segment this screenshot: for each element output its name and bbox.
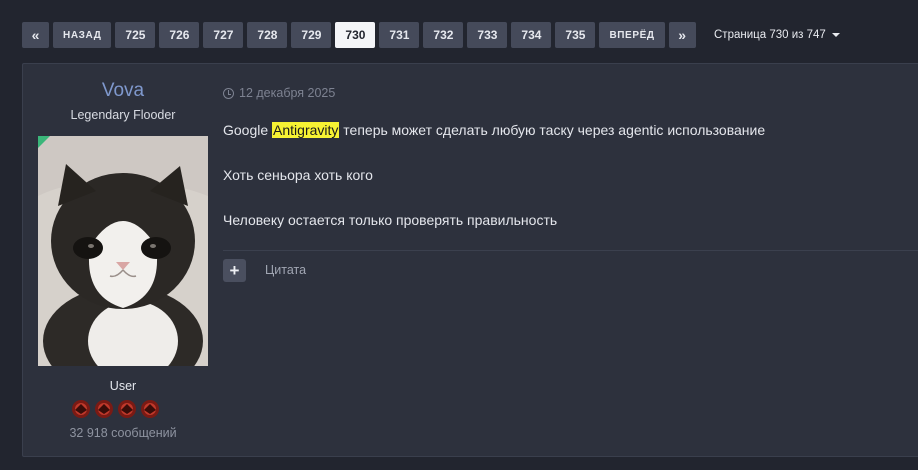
post-line-1: Google Antigravity теперь может сделать … bbox=[223, 122, 765, 138]
page-725-button[interactable]: 725 bbox=[115, 22, 156, 48]
reputation-icon bbox=[118, 400, 136, 418]
multiquote-button[interactable]: + bbox=[223, 259, 246, 282]
post-date-text: 12 декабря 2025 bbox=[239, 86, 336, 100]
page-727-button[interactable]: 727 bbox=[203, 22, 244, 48]
reputation-icons bbox=[70, 398, 162, 420]
double-chevron-right-icon: » bbox=[678, 27, 686, 43]
pagination: « НАЗАД 725 726 727 728 729 730 731 732 … bbox=[22, 22, 700, 48]
double-chevron-left-icon: « bbox=[31, 27, 40, 43]
page-728-button[interactable]: 728 bbox=[247, 22, 288, 48]
author-group: User bbox=[109, 379, 137, 393]
reputation-icon bbox=[141, 400, 159, 418]
cat-photo bbox=[38, 136, 208, 366]
message-count: 32 918 сообщений bbox=[69, 426, 177, 440]
plus-icon: + bbox=[229, 260, 240, 280]
quote-button[interactable]: Цитата bbox=[265, 263, 306, 277]
current-page-button[interactable]: 730 bbox=[335, 22, 376, 48]
post-line-3: Человеку остается только проверять прави… bbox=[223, 212, 558, 228]
reputation-icon bbox=[72, 400, 90, 418]
online-indicator bbox=[38, 136, 50, 148]
author-avatar[interactable] bbox=[38, 136, 208, 366]
post-date[interactable]: 12 декабря 2025 bbox=[223, 86, 335, 100]
caret-down-icon bbox=[831, 33, 840, 37]
reputation-icon bbox=[95, 400, 113, 418]
page-732-button[interactable]: 732 bbox=[423, 22, 464, 48]
page-735-button[interactable]: 735 bbox=[555, 22, 596, 48]
author-username[interactable]: Vova bbox=[23, 80, 223, 102]
post-line-1-after: теперь может сделать любую таску через a… bbox=[339, 122, 766, 138]
page-selector-label: Страница 730 из 747 bbox=[714, 29, 826, 41]
first-page-button[interactable]: « bbox=[22, 22, 49, 48]
post-line-1-before: Google bbox=[223, 122, 273, 138]
highlighted-term: Antigravity bbox=[272, 122, 340, 138]
page-734-button[interactable]: 734 bbox=[511, 22, 552, 48]
prev-page-button[interactable]: НАЗАД bbox=[53, 22, 112, 48]
page-729-button[interactable]: 729 bbox=[291, 22, 332, 48]
page-731-button[interactable]: 731 bbox=[379, 22, 420, 48]
page-733-button[interactable]: 733 bbox=[467, 22, 508, 48]
last-page-button[interactable]: » bbox=[668, 22, 696, 48]
clock-icon bbox=[223, 87, 234, 99]
forum-post: Vova Legendary Flooder User 32 918 сообщ… bbox=[22, 63, 918, 457]
page-selector-dropdown[interactable]: Страница 730 из 747 bbox=[714, 22, 840, 48]
author-title: Legendary Flooder bbox=[70, 108, 176, 122]
post-line-2: Хоть сеньора хоть кого bbox=[223, 167, 373, 183]
page-726-button[interactable]: 726 bbox=[159, 22, 200, 48]
next-page-button[interactable]: ВПЕРЁД bbox=[599, 22, 665, 48]
post-divider bbox=[223, 250, 918, 251]
